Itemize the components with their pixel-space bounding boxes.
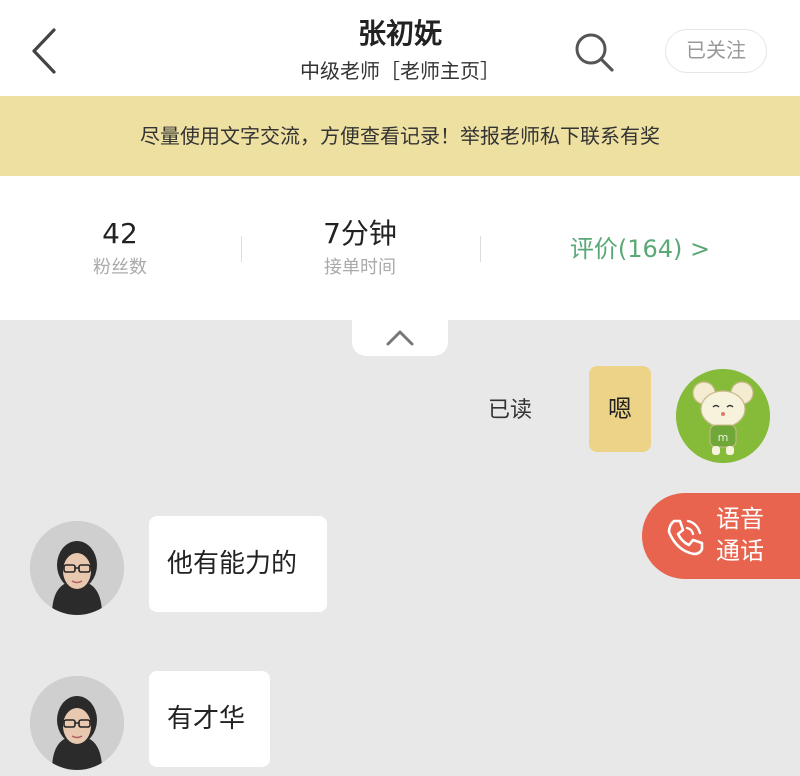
teacher-avatar[interactable] <box>30 521 124 615</box>
response-time-value: 7分钟 <box>323 217 397 250</box>
title-block: 张初妩 中级老师［老师主页］ <box>200 14 600 86</box>
back-button[interactable] <box>26 26 66 76</box>
back-arrow-icon <box>32 28 56 74</box>
teacher-subtitle[interactable]: 中级老师［老师主页］ <box>200 56 600 86</box>
collapse-stats-button[interactable] <box>352 318 448 356</box>
self-message-bubble[interactable]: 嗯 <box>589 366 651 452</box>
teacher-name: 张初妩 <box>357 17 442 50</box>
response-time-stat: 7分钟 接单时间 <box>290 216 430 282</box>
follow-button[interactable]: 已关注 <box>665 29 767 73</box>
chevron-up-icon <box>386 330 414 346</box>
fans-label: 粉丝数 <box>93 257 147 278</box>
user-avatar[interactable]: m <box>676 369 770 463</box>
fans-stat: 42 粉丝数 <box>60 216 180 282</box>
teacher-avatar-image <box>30 521 124 615</box>
stats-panel: 42 粉丝数 7分钟 接单时间 评价(164) > <box>0 176 800 320</box>
svg-text:m: m <box>718 431 729 444</box>
read-status: 已读 <box>488 398 533 423</box>
teacher-avatar[interactable] <box>30 676 124 770</box>
voice-call-button[interactable]: 语音通话 <box>642 493 800 579</box>
search-icon <box>575 33 614 72</box>
message-bubble[interactable]: 他有能力的 <box>149 516 327 612</box>
response-time-label: 接单时间 <box>324 257 396 278</box>
search-button[interactable] <box>572 30 616 74</box>
stats-divider <box>480 236 481 262</box>
message-bubble[interactable]: 有才华 <box>149 671 270 767</box>
teacher-avatar-image <box>30 676 124 770</box>
voice-call-label: 语音通话 <box>716 505 764 565</box>
reviews-link[interactable]: 评价(164) > <box>560 232 720 266</box>
mouse-avatar: m <box>676 369 770 463</box>
top-navigation-bar: 张初妩 中级老师［老师主页］ 已关注 <box>0 0 800 96</box>
stats-divider <box>241 236 242 262</box>
notice-banner: 尽量使用文字交流，方便查看记录！举报老师私下联系有奖 <box>0 96 800 176</box>
phone-icon <box>667 519 704 556</box>
fans-count: 42 <box>102 217 138 250</box>
